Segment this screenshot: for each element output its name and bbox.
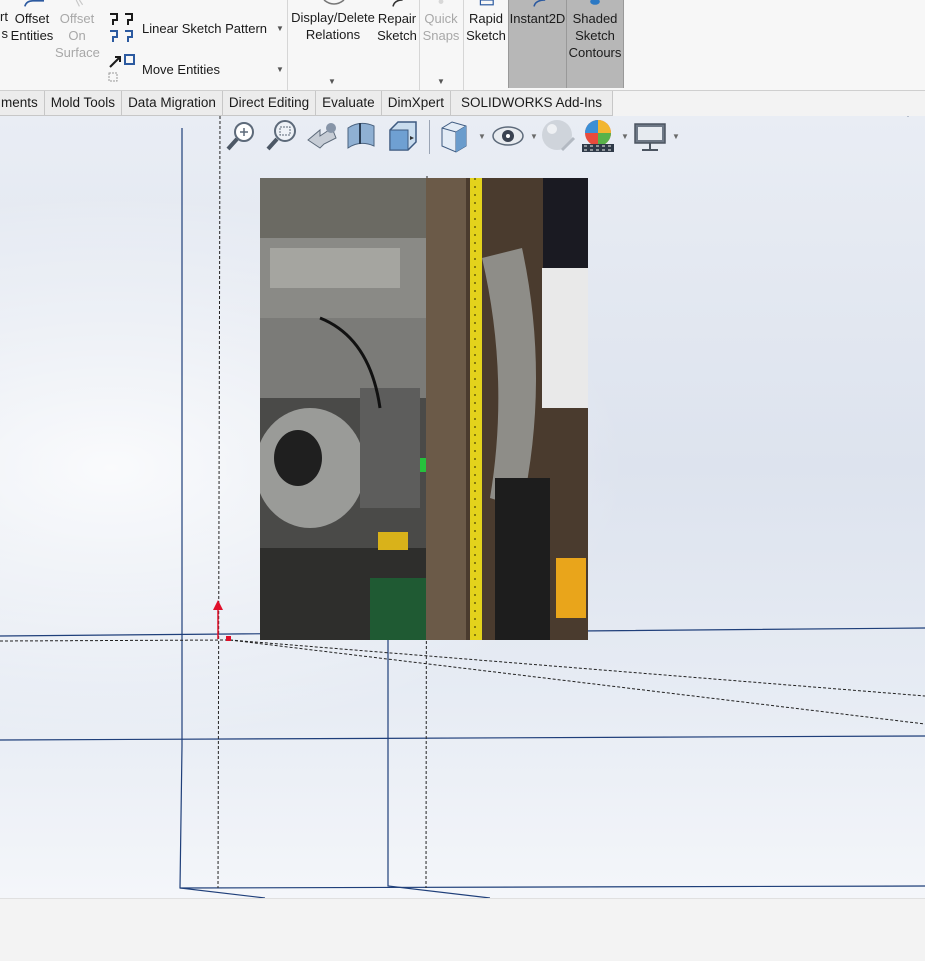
tab-instruments[interactable]: ments bbox=[0, 91, 45, 115]
quick-snaps-dropdown-icon[interactable]: ▼ bbox=[437, 77, 445, 86]
display-delete-relations-dropdown-icon[interactable]: ▼ bbox=[328, 77, 336, 86]
instant2d-label: Instant2D bbox=[509, 11, 566, 26]
repair-sketch-button[interactable]: Repair Sketch bbox=[376, 0, 418, 44]
status-bar bbox=[0, 898, 925, 961]
rapid-sketch-label: Rapid Sketch bbox=[466, 11, 506, 43]
move-entities-button[interactable]: Move Entities bbox=[142, 62, 220, 77]
command-manager-tabs: ments Mold Tools Data Migration Direct E… bbox=[0, 91, 614, 116]
offset-entities-label: Offset Entities bbox=[10, 11, 54, 43]
previous-view-icon[interactable] bbox=[304, 118, 340, 154]
sketch-picture-image bbox=[260, 178, 588, 640]
linear-sketch-pattern-button[interactable]: Linear Sketch Pattern bbox=[142, 21, 267, 36]
ribbon-separator bbox=[463, 0, 464, 90]
offset-on-surface-button[interactable]: Offset On Surface bbox=[55, 0, 100, 61]
apply-scene-dropdown-icon[interactable]: ▼ bbox=[621, 132, 629, 141]
viewport-maximize-icon[interactable] bbox=[907, 116, 919, 118]
quick-snaps-icon bbox=[438, 0, 444, 4]
display-style-dropdown-icon[interactable]: ▼ bbox=[478, 132, 486, 141]
hud-separator bbox=[429, 120, 430, 154]
tab-evaluate[interactable]: Evaluate bbox=[316, 91, 382, 115]
zoom-to-fit-icon[interactable] bbox=[224, 118, 260, 154]
tab-mold-tools[interactable]: Mold Tools bbox=[45, 91, 123, 115]
display-delete-relations-button[interactable]: Display/Delete Relations bbox=[290, 9, 376, 43]
display-delete-relations-icon bbox=[323, 0, 345, 5]
instant2d-icon bbox=[532, 0, 545, 7]
tab-data-migration[interactable]: Data Migration bbox=[122, 91, 223, 115]
command-manager-ribbon: rt s Offset Entities Offset On Surface L… bbox=[0, 0, 925, 91]
display-delete-relations-label: Display/Delete Relations bbox=[291, 10, 375, 42]
sketch-picture[interactable] bbox=[260, 178, 588, 640]
offset-on-surface-icon bbox=[75, 0, 84, 7]
tab-direct-editing[interactable]: Direct Editing bbox=[223, 91, 317, 115]
repair-sketch-label: Repair Sketch bbox=[377, 11, 417, 43]
move-entities-dropdown-icon[interactable]: ▼ bbox=[276, 65, 284, 74]
quick-snaps-label: Quick Snaps bbox=[422, 11, 460, 43]
convert-entities-button[interactable]: rt s bbox=[0, 8, 8, 42]
section-view-icon[interactable] bbox=[344, 118, 380, 154]
sketch-origin-icon bbox=[213, 600, 231, 641]
quick-snaps-button[interactable]: Quick Snaps bbox=[421, 0, 461, 44]
edit-appearance-icon[interactable] bbox=[540, 118, 576, 154]
repair-sketch-icon bbox=[392, 0, 403, 7]
offset-on-surface-label: Offset On Surface bbox=[55, 11, 100, 60]
view-orientation-icon[interactable] bbox=[384, 118, 420, 154]
rapid-sketch-button[interactable]: Rapid Sketch bbox=[465, 0, 507, 44]
move-entities-icon bbox=[108, 54, 135, 82]
offset-entities-button[interactable]: Offset Entities bbox=[10, 0, 54, 44]
shaded-sketch-contours-label: Shaded Sketch Contours bbox=[568, 11, 622, 60]
shaded-sketch-contours-icon bbox=[590, 0, 600, 5]
linear-sketch-pattern-dropdown-icon[interactable]: ▼ bbox=[276, 24, 284, 33]
shaded-sketch-contours-button[interactable]: Shaded Sketch Contours bbox=[566, 0, 624, 88]
view-settings-dropdown-icon[interactable]: ▼ bbox=[672, 132, 680, 141]
apply-scene-icon[interactable] bbox=[580, 118, 616, 154]
rapid-sketch-icon bbox=[479, 0, 494, 6]
ribbon-separator bbox=[419, 0, 420, 90]
hide-show-items-icon[interactable] bbox=[490, 118, 526, 154]
display-style-icon[interactable] bbox=[436, 118, 472, 154]
tab-solidworks-add-ins[interactable]: SOLIDWORKS Add-Ins bbox=[451, 91, 614, 115]
ribbon-separator bbox=[287, 0, 288, 90]
linear-sketch-pattern-icon bbox=[110, 13, 133, 42]
hide-show-items-dropdown-icon[interactable]: ▼ bbox=[530, 132, 538, 141]
zoom-to-area-icon[interactable] bbox=[264, 118, 300, 154]
offset-entities-icon bbox=[24, 0, 44, 7]
graphics-area[interactable]: ▼ ▼ ▼ ▼ bbox=[0, 116, 925, 898]
instant2d-button[interactable]: Instant2D bbox=[508, 0, 567, 88]
tab-dimxpert[interactable]: DimXpert bbox=[382, 91, 451, 115]
view-settings-icon[interactable] bbox=[632, 118, 668, 154]
